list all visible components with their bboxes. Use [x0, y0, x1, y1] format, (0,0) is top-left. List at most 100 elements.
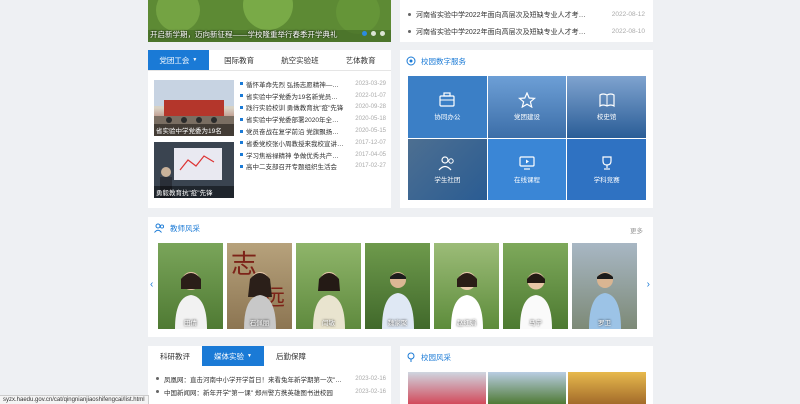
tab-arts-sports[interactable]: 艺体教育 [330, 50, 391, 70]
flower-icon [407, 352, 415, 362]
tab-logistics[interactable]: 后勤保障 [264, 346, 318, 366]
tab-label: 后勤保障 [275, 351, 306, 361]
tab-aviation[interactable]: 航空实验班 [270, 50, 331, 70]
top-banner-carousel[interactable]: 开启新学期，迈向新征程——学校隆重举行春季开学典礼 [148, 0, 391, 42]
news-photo[interactable]: 省实验中学党委为19名 [154, 80, 234, 136]
top-news-list: 河南省实验中学2022年面向高层次及短缺专业人才考… 2022-08-12 河南… [400, 0, 653, 42]
tab-research[interactable]: 科研教评 [148, 346, 202, 366]
teacher-card[interactable]: 魏家聚 [365, 243, 430, 329]
digital-services-card: 校园数字服务 协同办公 党团建设 校史馆 学生社团 在线课程 学科竞赛 [400, 50, 653, 208]
teacher-name: 闫敏 [322, 320, 335, 327]
teacher-card[interactable]: 田倩 [158, 243, 223, 329]
carousel-prev-icon[interactable]: ‹ [150, 279, 153, 290]
people-icon [438, 156, 455, 171]
status-bar-url: syzx.haedu.gov.cn/cat/qingnianjiaoshifen… [0, 395, 149, 404]
news-title[interactable]: 省实验中学党委为19名新党员… [246, 91, 352, 101]
teacher-card[interactable]: 闫敏 [296, 243, 361, 329]
news-title[interactable]: 中国新闻网：新年开学"第一课" 郑州警方携英雄图书进校园 [164, 387, 349, 397]
tab-label: 艺体教育 [345, 55, 376, 65]
teacher-name: 石佩丽 [249, 320, 270, 327]
teacher-name: 赵红娟 [456, 320, 477, 327]
bullet-icon [156, 390, 159, 393]
campus-photo[interactable] [488, 372, 566, 404]
list-item[interactable]: 河南省实验中学2022年面向高层次及短缺专业人才考… 2022-08-10 [408, 23, 645, 40]
campus-photo[interactable] [408, 372, 486, 404]
bullet-icon [240, 117, 243, 121]
list-item[interactable]: 河南省实验中学2022年面向高层次及短缺专业人才考… 2022-08-12 [408, 6, 645, 23]
media-news-card: 科研教评 媒体实验 ▼ 后勤保障 凤凰网：直击河南中小学开学首日！来看兔年新学期… [148, 346, 391, 404]
news-title[interactable]: 党员奋战在复学前沿 党旗飘扬… [246, 126, 352, 136]
grid-icon [406, 56, 416, 66]
news-date: 2017-04-05 [355, 151, 386, 158]
service-label: 协同办公 [434, 114, 461, 122]
bullet-icon [240, 82, 243, 86]
tab-party[interactable]: 党团工会 ▼ [148, 50, 209, 70]
bullet-icon [408, 13, 411, 16]
campus-photos [408, 372, 646, 404]
service-tile-office[interactable]: 协同办公 [408, 76, 487, 138]
news-title[interactable]: 高中二支部召开专题组织生活会 [246, 161, 352, 171]
news-title[interactable]: 循怀革命先烈 弘扬志愿精神—… [246, 79, 352, 89]
media-tabs: 科研教评 媒体实验 ▼ 后勤保障 [148, 346, 391, 366]
news-title[interactable]: 河南省实验中学2022年面向高层次及短缺专业人才考… [416, 27, 606, 37]
caret-down-icon: ▼ [192, 57, 198, 63]
bullet-icon [240, 141, 243, 145]
bullet-icon [240, 153, 243, 157]
photo-caption: 省实验中学党委为19名 [154, 124, 234, 136]
carousel-next-icon[interactable]: › [647, 279, 650, 290]
campus-photo[interactable] [568, 372, 646, 404]
trophy-icon [602, 156, 612, 170]
teacher-card[interactable]: 志 远 石佩丽 [227, 243, 292, 329]
more-link[interactable]: 更多 [630, 225, 643, 235]
banner-caption[interactable]: 开启新学期，迈向新征程——学校隆重举行春季开学典礼 [150, 29, 338, 40]
news-title[interactable]: 凤凰网：直击河南中小学开学首日！来看兔年新学期第一次"… [164, 374, 349, 384]
briefcase-icon [439, 92, 455, 107]
list-item[interactable]: 省实验中学党委为19名新党员… 2022-01-07 [240, 90, 386, 102]
list-item[interactable]: 学习焦裕禄精神 争做优秀共产… 2017-04-05 [240, 149, 386, 161]
news-date: 2017-02-27 [355, 163, 386, 170]
carousel-dot[interactable] [371, 31, 376, 36]
teacher-name: 马宁 [529, 320, 542, 327]
star-icon [517, 92, 536, 109]
list-item[interactable]: 省实验中学党委部署2020年全… 2020-05-18 [240, 113, 386, 125]
people-icon [154, 223, 165, 233]
teacher-card[interactable]: 罗卫 [572, 243, 637, 329]
news-date: 2017-12-07 [355, 139, 386, 146]
list-item[interactable]: 省委党校张小周教授来我校宣讲… 2017-12-07 [240, 137, 386, 149]
party-news-card: 党团工会 ▼ 国际教育 航空实验班 艺体教育 省实验中学党委为19名 勇毅教育抗… [148, 50, 391, 208]
carousel-dot[interactable] [362, 31, 367, 36]
teacher-card[interactable]: 马宁 [503, 243, 568, 329]
teacher-card[interactable]: 赵红娟 [434, 243, 499, 329]
tab-international[interactable]: 国际教育 [209, 50, 270, 70]
bullet-icon [408, 30, 411, 33]
tab-label: 国际教育 [224, 55, 255, 65]
news-title[interactable]: 学习焦裕禄精神 争做优秀共产… [246, 150, 352, 160]
news-date: 2022-01-07 [355, 92, 386, 99]
list-item[interactable]: 践行实验校训 勇做教育抗"疫"先锋 2020-09-28 [240, 102, 386, 114]
service-tile-courses[interactable]: 在线课程 [487, 138, 567, 200]
list-item[interactable]: 凤凰网：直击河南中小学开学首日！来看兔年新学期第一次"… 2023-02-16 [156, 372, 386, 385]
service-tile-history[interactable]: 校史馆 [567, 76, 646, 138]
news-title[interactable]: 省委党校张小周教授来我校宣讲… [246, 138, 352, 148]
list-item[interactable]: 高中二支部召开专题组织生活会 2017-02-27 [240, 161, 386, 173]
list-item[interactable]: 党员奋战在复学前沿 党旗飘扬… 2020-05-15 [240, 125, 386, 137]
carousel-dot[interactable] [380, 31, 385, 36]
list-item[interactable]: 循怀革命先烈 弘扬志愿精神—… 2023-03-29 [240, 78, 386, 90]
list-item[interactable]: 中国新闻网：新年开学"第一课" 郑州警方携英雄图书进校园 2023-02-16 [156, 385, 386, 398]
news-title[interactable]: 省实验中学党委部署2020年全… [246, 114, 352, 124]
caret-down-icon: ▼ [247, 353, 252, 359]
service-label: 学科竞赛 [593, 176, 620, 184]
tab-media[interactable]: 媒体实验 ▼ [202, 346, 264, 366]
news-date: 2023-03-29 [355, 80, 386, 87]
news-date: 2022-08-10 [611, 28, 645, 35]
service-label: 党团建设 [513, 114, 540, 122]
news-title[interactable]: 践行实验校训 勇做教育抗"疫"先锋 [246, 102, 352, 112]
service-label: 在线课程 [513, 176, 540, 184]
news-date: 2023-02-16 [355, 388, 386, 395]
teachers-carousel: 田倩 志 远 石佩丽 闫敏 魏家聚 赵红娟 马宁 罗卫 [158, 243, 640, 329]
service-tile-clubs[interactable]: 学生社团 [408, 138, 487, 200]
news-photo[interactable]: 勇毅教育抗"疫"先锋 [154, 142, 234, 198]
service-tile-party[interactable]: 党团建设 [487, 76, 567, 138]
news-title[interactable]: 河南省实验中学2022年面向高层次及短缺专业人才考… [416, 10, 606, 20]
service-tile-contest[interactable]: 学科竞赛 [567, 138, 646, 200]
